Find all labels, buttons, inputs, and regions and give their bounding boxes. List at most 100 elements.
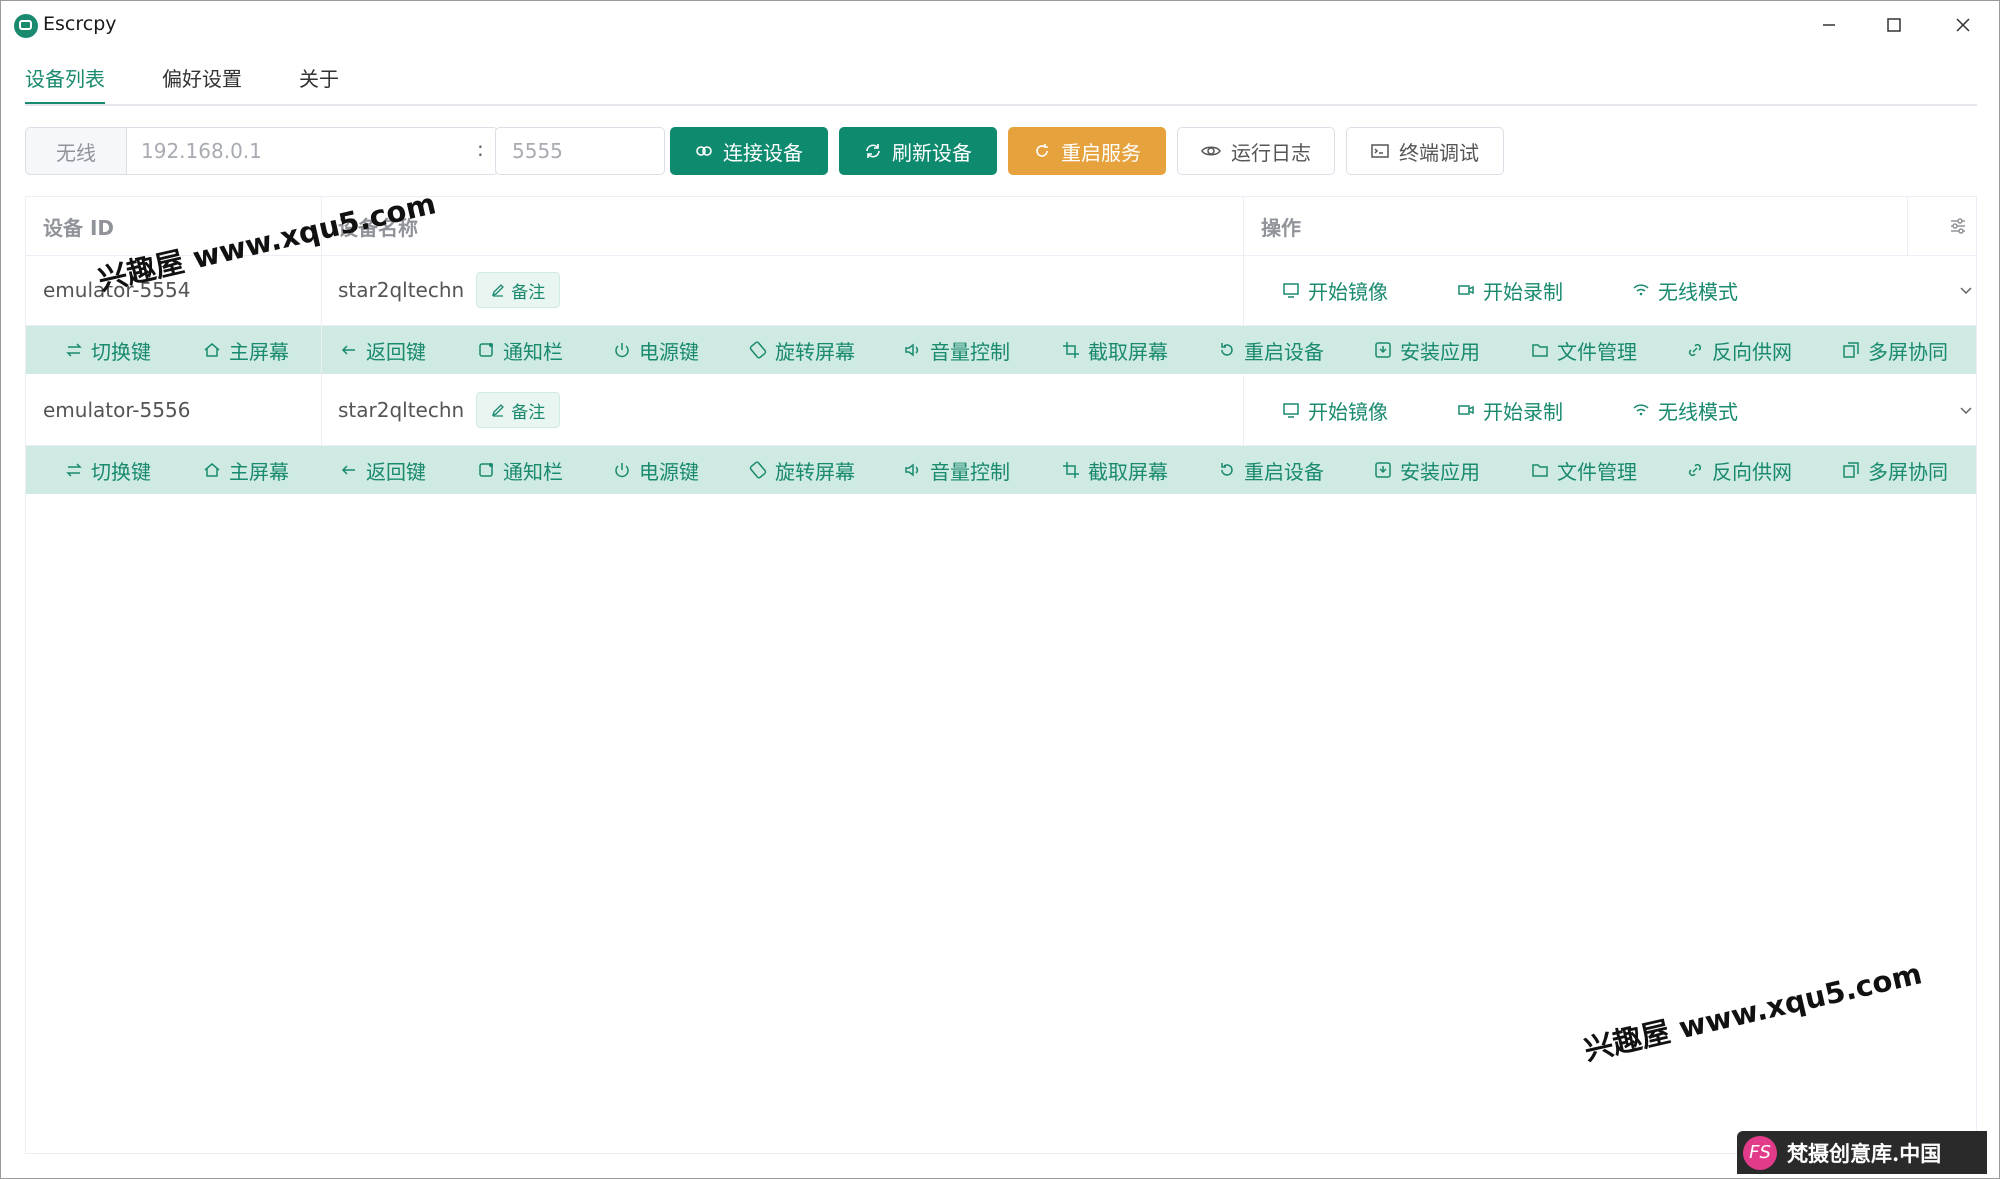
start-mirror-button[interactable]: 开始镜像 bbox=[1282, 375, 1388, 445]
control-switch-key[interactable]: 切换键 bbox=[65, 446, 151, 494]
control-reboot-device[interactable]: 重启设备 bbox=[1218, 326, 1324, 374]
control-rotate-screen[interactable]: 旋转屏幕 bbox=[749, 326, 855, 374]
tabs-divider bbox=[25, 104, 1977, 106]
control-label: 主屏幕 bbox=[229, 339, 289, 364]
edit-icon bbox=[492, 284, 505, 297]
control-label: 多屏协同 bbox=[1868, 459, 1948, 484]
terminal-debug-label: 终端调试 bbox=[1399, 140, 1479, 165]
control-screenshot[interactable]: 截取屏幕 bbox=[1062, 326, 1168, 374]
chevron-down-icon bbox=[1960, 287, 1972, 295]
switch-icon bbox=[66, 463, 82, 477]
control-multi-screen[interactable]: 多屏协同 bbox=[1842, 446, 1948, 494]
column-divider bbox=[1243, 375, 1244, 446]
control-label: 主屏幕 bbox=[229, 459, 289, 484]
control-power-key[interactable]: 电源键 bbox=[613, 446, 699, 494]
control-label: 多屏协同 bbox=[1868, 339, 1948, 364]
control-file-manager[interactable]: 文件管理 bbox=[1531, 446, 1637, 494]
control-home-key[interactable]: 主屏幕 bbox=[203, 446, 289, 494]
tab-preferences[interactable]: 偏好设置 bbox=[162, 57, 242, 105]
video-camera-icon bbox=[1458, 285, 1474, 295]
control-screenshot[interactable]: 截取屏幕 bbox=[1062, 446, 1168, 494]
volume-icon bbox=[905, 343, 919, 357]
header-device-id: 设备 ID bbox=[43, 215, 115, 240]
start-record-button[interactable]: 开始录制 bbox=[1457, 255, 1563, 325]
close-button[interactable] bbox=[1941, 7, 1985, 43]
maximize-button[interactable] bbox=[1872, 7, 1916, 43]
control-label: 电源键 bbox=[639, 339, 699, 364]
wireless-prefix: 无线 bbox=[25, 127, 127, 175]
control-install-app[interactable]: 安装应用 bbox=[1374, 446, 1480, 494]
notification-icon bbox=[479, 343, 493, 357]
home-icon bbox=[204, 463, 220, 477]
monitor-icon bbox=[1283, 403, 1299, 418]
port-separator: : bbox=[477, 137, 484, 161]
expand-row-button[interactable] bbox=[1946, 255, 1986, 325]
table-row: emulator-5554 star2qltechn 备注 开始镜像 开始录制 … bbox=[26, 255, 1976, 326]
wireless-mode-button[interactable]: 无线模式 bbox=[1632, 255, 1738, 325]
control-reverse-tethering[interactable]: 反向供网 bbox=[1686, 446, 1792, 494]
device-name: star2qltechn bbox=[338, 278, 465, 302]
control-label: 反向供网 bbox=[1712, 459, 1792, 484]
crop-icon bbox=[1063, 462, 1079, 478]
start-record-label: 开始录制 bbox=[1483, 399, 1563, 424]
control-label: 通知栏 bbox=[503, 459, 563, 484]
wireless-mode-label: 无线模式 bbox=[1658, 399, 1738, 424]
restart-service-button[interactable]: 重启服务 bbox=[1008, 127, 1166, 175]
tab-device-list[interactable]: 设备列表 bbox=[25, 57, 105, 105]
control-notification-bar[interactable]: 通知栏 bbox=[477, 326, 563, 374]
control-label: 重启设备 bbox=[1244, 339, 1324, 364]
minimize-button[interactable] bbox=[1807, 7, 1851, 43]
remark-button[interactable]: 备注 bbox=[476, 272, 561, 308]
wifi-icon bbox=[1633, 284, 1649, 296]
run-log-button[interactable]: 运行日志 bbox=[1177, 127, 1335, 175]
control-label: 旋转屏幕 bbox=[775, 459, 855, 484]
control-back-key[interactable]: 返回键 bbox=[340, 326, 426, 374]
tab-about[interactable]: 关于 bbox=[299, 57, 339, 105]
control-volume[interactable]: 音量控制 bbox=[904, 446, 1010, 494]
control-reboot-device[interactable]: 重启设备 bbox=[1218, 446, 1324, 494]
refresh-devices-button[interactable]: 刷新设备 bbox=[839, 127, 997, 175]
ip-input[interactable] bbox=[126, 127, 498, 175]
start-mirror-button[interactable]: 开始镜像 bbox=[1282, 255, 1388, 325]
control-rotate-screen[interactable]: 旋转屏幕 bbox=[749, 446, 855, 494]
connect-device-button[interactable]: 连接设备 bbox=[670, 127, 828, 175]
crop-icon bbox=[1063, 342, 1079, 358]
control-install-app[interactable]: 安装应用 bbox=[1374, 326, 1480, 374]
expand-row-button[interactable] bbox=[1946, 375, 1986, 445]
wireless-mode-button[interactable]: 无线模式 bbox=[1632, 375, 1738, 445]
remark-button[interactable]: 备注 bbox=[476, 392, 561, 428]
video-camera-icon bbox=[1458, 405, 1474, 415]
maximize-icon bbox=[1887, 18, 1901, 32]
control-multi-screen[interactable]: 多屏协同 bbox=[1842, 326, 1948, 374]
start-record-button[interactable]: 开始录制 bbox=[1457, 375, 1563, 445]
power-icon bbox=[615, 343, 629, 358]
back-arrow-icon bbox=[341, 345, 355, 355]
control-home-key[interactable]: 主屏幕 bbox=[203, 326, 289, 374]
install-icon bbox=[1375, 342, 1391, 358]
control-back-key[interactable]: 返回键 bbox=[340, 446, 426, 494]
column-divider bbox=[1907, 197, 1908, 255]
connect-device-label: 连接设备 bbox=[723, 140, 803, 165]
control-label: 音量控制 bbox=[930, 459, 1010, 484]
header-actions: 操作 bbox=[1261, 215, 1301, 240]
control-power-key[interactable]: 电源键 bbox=[613, 326, 699, 374]
app-logo-icon bbox=[14, 14, 38, 38]
start-mirror-label: 开始镜像 bbox=[1308, 399, 1388, 424]
port-input[interactable] bbox=[495, 127, 665, 175]
edit-icon bbox=[492, 404, 505, 417]
sliders-icon bbox=[1951, 218, 1965, 234]
control-switch-key[interactable]: 切换键 bbox=[65, 326, 151, 374]
control-reverse-tethering[interactable]: 反向供网 bbox=[1686, 326, 1792, 374]
rotate-icon bbox=[749, 461, 767, 479]
control-file-manager[interactable]: 文件管理 bbox=[1531, 326, 1637, 374]
volume-icon bbox=[905, 463, 919, 477]
remark-label: 备注 bbox=[511, 402, 546, 423]
control-label: 电源键 bbox=[639, 459, 699, 484]
control-volume[interactable]: 音量控制 bbox=[904, 326, 1010, 374]
folder-icon bbox=[1532, 344, 1548, 357]
terminal-debug-button[interactable]: 终端调试 bbox=[1346, 127, 1504, 175]
control-notification-bar[interactable]: 通知栏 bbox=[477, 446, 563, 494]
control-label: 通知栏 bbox=[503, 339, 563, 364]
brand-text: 梵摄创意库.中国 bbox=[1787, 1140, 1942, 1166]
column-settings-button[interactable] bbox=[1938, 197, 1978, 255]
